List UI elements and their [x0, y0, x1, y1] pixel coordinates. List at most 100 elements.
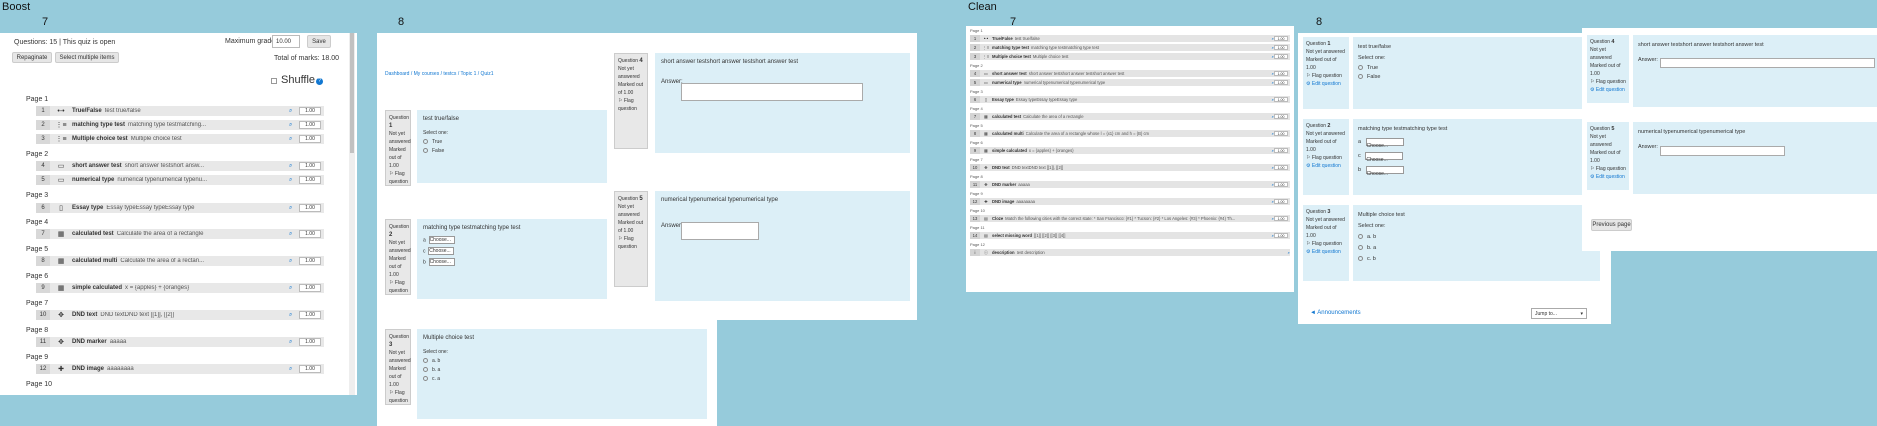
mark-field[interactable]: 1.00 [299, 107, 321, 115]
mark-field[interactable]: 1.00 [1274, 45, 1288, 50]
flag-icon[interactable]: ⚐ [1590, 166, 1594, 172]
radio-false[interactable] [423, 148, 428, 154]
repaginate-button[interactable]: Repaginate [12, 52, 52, 63]
answer-input[interactable] [1660, 58, 1875, 68]
breadcrumb-item[interactable]: My courses [414, 71, 440, 77]
preview-icon[interactable]: ⌕ [289, 285, 299, 292]
flag-icon[interactable]: ⚐ [1306, 241, 1310, 247]
question-row-1[interactable]: 1 •-• True/False test true/false ⌕ 1.00 [36, 106, 324, 116]
question-row-2[interactable]: 2 ⋮≡ matching type test matching type testm… [970, 44, 1290, 51]
mark-field[interactable]: 1.00 [1274, 216, 1288, 221]
jump-to-select[interactable]: Jump to... ▾ [1531, 308, 1587, 319]
mark-field[interactable]: 1.00 [1274, 80, 1288, 85]
question-row-9[interactable]: 9 ▦ simple calculated x = {apples} + {orang… [970, 147, 1290, 154]
flag-question-link[interactable]: Flag question [1596, 166, 1626, 172]
choose-select[interactable]: Choose... [1365, 165, 1404, 177]
question-row-13[interactable]: 13 ▤ Cloze Match the following cities with … [970, 215, 1290, 222]
mark-field[interactable]: 1.00 [1274, 148, 1288, 153]
preview-icon[interactable]: ⌕ [289, 163, 299, 170]
radio-option[interactable] [423, 358, 428, 364]
question-row-3[interactable]: 3 ⋮≡ Multiple choice test Multiple choice t… [970, 53, 1290, 60]
flag-question-link[interactable]: Flag question [1312, 241, 1342, 247]
flag-icon[interactable]: ⚐ [1590, 79, 1594, 85]
question-row-7[interactable]: 7 ▦ calculated test Calculate the area of a… [970, 113, 1290, 120]
choose-select[interactable]: Choose... [1365, 151, 1404, 163]
preview-icon[interactable]: ⌕ [289, 122, 299, 129]
radio-option[interactable] [423, 367, 428, 373]
breadcrumb-item[interactable]: testcs [443, 71, 456, 77]
question-row-5[interactable]: 5 ▭ numerical type numerical typenumerical … [970, 79, 1290, 86]
radio-option[interactable] [1358, 256, 1363, 262]
save-button[interactable]: Save [307, 35, 331, 48]
previous-page-button[interactable]: Previous page [1591, 219, 1632, 231]
mark-field[interactable]: 1.00 [1274, 36, 1288, 41]
flag-icon[interactable]: ⚐ [389, 171, 393, 177]
edit-question-link[interactable]: Edit question [1596, 87, 1625, 93]
flag-icon[interactable]: ⚐ [618, 98, 622, 104]
flag-icon[interactable]: ⚐ [618, 236, 622, 242]
answer-input[interactable] [681, 83, 863, 101]
mark-field[interactable]: 1.00 [299, 284, 321, 292]
mark-field[interactable]: 1.00 [299, 257, 321, 265]
mark-field[interactable]: 1.00 [299, 230, 321, 238]
question-row-10[interactable]: 10 ✥ DND text DND textDND text [[1]], [[2]]… [970, 164, 1290, 171]
scrollbar[interactable] [349, 33, 355, 395]
preview-icon[interactable]: ⌕ [289, 231, 299, 238]
mark-field[interactable]: 1.00 [1274, 114, 1288, 119]
question-row-11[interactable]: 11 ✥ DND marker aaaaa ⌕ 1.00 [36, 337, 324, 347]
mark-field[interactable]: 1.00 [1274, 71, 1288, 76]
answer-input[interactable] [1660, 146, 1785, 156]
flag-icon[interactable]: ⚐ [1306, 155, 1310, 161]
preview-icon[interactable]: ⌕ [289, 258, 299, 265]
preview-icon[interactable]: ⌕ [289, 339, 299, 346]
breadcrumb-item[interactable]: Quiz1 [481, 71, 494, 77]
radio-option[interactable] [423, 376, 428, 382]
radio-true[interactable] [423, 139, 428, 145]
choose-select[interactable]: Choose... [428, 258, 455, 266]
mark-field[interactable]: 1.00 [1274, 165, 1288, 170]
mark-field[interactable]: 1.00 [1274, 97, 1288, 102]
mark-field[interactable]: 1.00 [299, 338, 321, 346]
flag-question-link[interactable]: Flag question [1312, 155, 1342, 161]
question-row-1[interactable]: 1 •-• True/False test true/false ⌕ 1.00 [970, 35, 1290, 42]
preview-icon[interactable]: ⌕ [289, 136, 299, 143]
question-row-6[interactable]: 6 ▯ Essay type Essay typeEssay typeEssay ty… [970, 96, 1290, 103]
flag-question-link[interactable]: Flag question [1312, 73, 1342, 79]
choose-select[interactable]: Choose... [428, 247, 455, 255]
flag-icon[interactable]: ⚐ [389, 390, 393, 396]
preview-icon[interactable]: ⌕ [289, 366, 299, 373]
edit-question-link[interactable]: Edit question [1596, 174, 1625, 180]
scrollbar-thumb[interactable] [350, 33, 354, 153]
edit-question-link[interactable]: Edit question [1312, 249, 1341, 255]
breadcrumb-item[interactable]: Topic 1 [461, 71, 477, 77]
question-row-7[interactable]: 7 ▦ calculated test Calculate the area of a… [36, 229, 324, 239]
question-row-15[interactable]: i ⓘ description test description ⌕ [970, 249, 1290, 256]
choose-select[interactable]: Choose... [1365, 137, 1404, 149]
question-row-8[interactable]: 8 ▦ calculated multi Calculate the area of … [970, 130, 1290, 137]
question-row-12[interactable]: 12 ✚ DND image aaaaaaaa ⌕ 1.00 [970, 198, 1290, 205]
radio-false[interactable] [1358, 74, 1363, 80]
question-row-10[interactable]: 10 ✥ DND text DND textDND text [[1]], [[2]]… [36, 310, 324, 320]
breadcrumb-item[interactable]: Dashboard [385, 71, 409, 77]
question-row-9[interactable]: 9 ▦ simple calculated x = {apples} + {orang… [36, 283, 324, 293]
question-row-8[interactable]: 8 ▦ calculated multi Calculate the area of … [36, 256, 324, 266]
edit-question-link[interactable]: Edit question [1312, 81, 1341, 87]
question-row-4[interactable]: 4 ▭ short answer test short answer testshor… [970, 70, 1290, 77]
question-row-6[interactable]: 6 ▯ Essay type Essay typeEssay typeEssay ty… [36, 203, 324, 213]
mark-field[interactable]: 1.00 [1274, 233, 1288, 238]
mark-field[interactable]: 1.00 [1274, 131, 1288, 136]
gear-icon[interactable]: ⚙ [1306, 163, 1310, 169]
preview-icon[interactable]: ⌕ [289, 205, 299, 212]
choose-select[interactable]: Choose... [428, 236, 455, 244]
question-row-3[interactable]: 3 ⋮≡ Multiple choice test Multiple choice t… [36, 134, 324, 144]
radio-true[interactable] [1358, 65, 1363, 71]
preview-icon[interactable]: ⌕ [1288, 250, 1290, 255]
help-icon[interactable]: ? [316, 78, 323, 85]
preview-icon[interactable]: ⌕ [289, 108, 299, 115]
mark-field[interactable]: 1.00 [299, 204, 321, 212]
question-row-14[interactable]: 14 ▤ select missing word [[1]] [[2]] [[3]] … [970, 232, 1290, 239]
preview-icon[interactable]: ⌕ [289, 177, 299, 184]
edit-question-link[interactable]: Edit question [1312, 163, 1341, 169]
shuffle-checkbox[interactable] [271, 78, 277, 84]
question-row-2[interactable]: 2 ⋮≡ matching type test matching type testm… [36, 120, 324, 130]
